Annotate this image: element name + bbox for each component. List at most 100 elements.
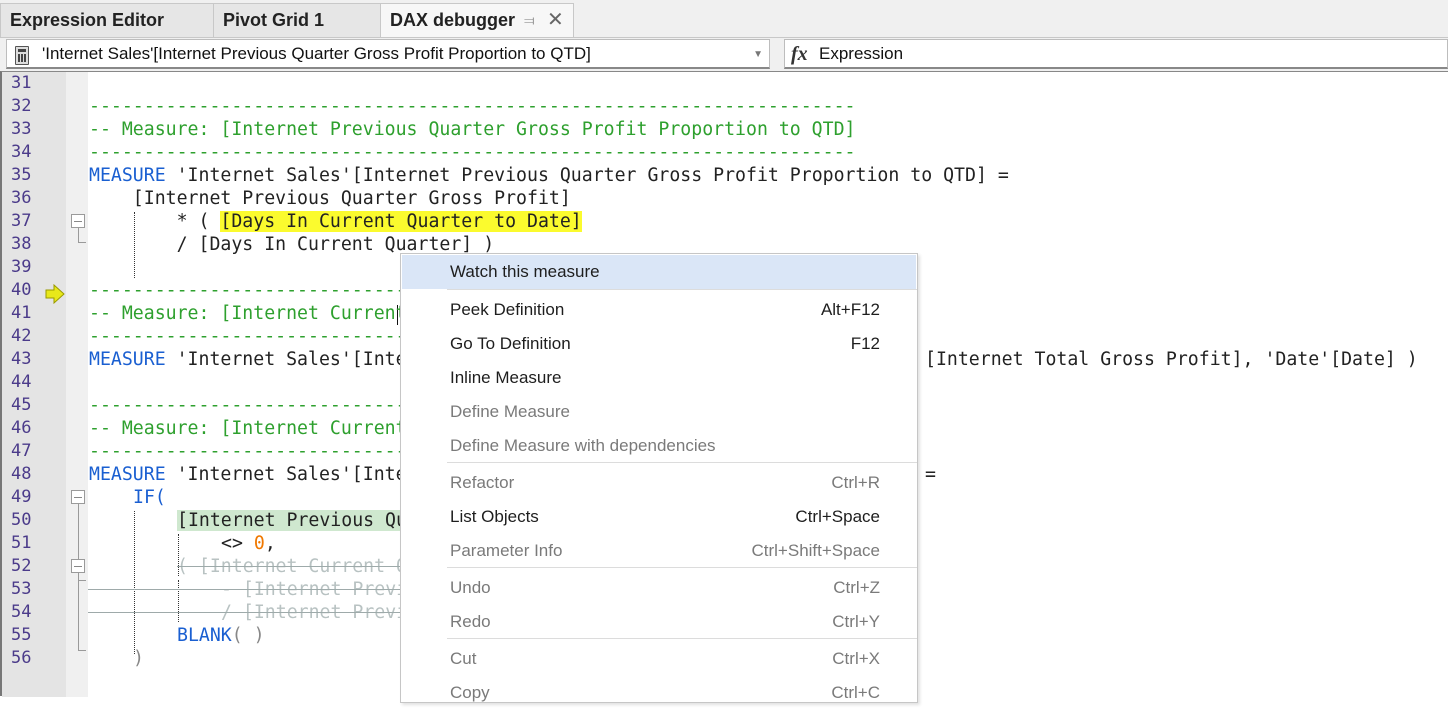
line-number: 38: [11, 234, 32, 254]
menu-item-define-measure-with-dependencies[interactable]: Define Measure with dependencies: [402, 429, 916, 463]
menu-separator: [447, 289, 917, 290]
code-text: * (: [89, 211, 221, 232]
code-line-46: -- Measure: [Internet Current: [89, 418, 407, 439]
code-line-43: MEASURE 'Internet Sales'[Inte: [89, 348, 407, 371]
current-statement-highlight: [Days In Current Quarter to Date]: [220, 211, 582, 232]
keyword: MEASURE: [89, 464, 166, 485]
menu-item-shortcut: Ctrl+Y: [832, 612, 880, 631]
code-line-48: MEASURE 'Internet Sales'[Inte: [89, 463, 407, 486]
menu-item-shortcut: Alt+F12: [820, 300, 880, 319]
menu-item-label: Define Measure: [450, 402, 571, 421]
fx-icon: fx: [791, 43, 808, 65]
menu-item-list-objects[interactable]: List Objects Ctrl+Space: [402, 500, 916, 534]
code-line-33: -- Measure: [Internet Previous Quarter G…: [89, 119, 856, 140]
code-line-36: [Internet Previous Quarter Gross Profit]: [89, 188, 571, 209]
line-number: 32: [11, 96, 32, 116]
code-line-51: <> 0,: [221, 532, 276, 555]
menu-item-shortcut: Ctrl+Z: [833, 578, 880, 597]
tab-expression-editor[interactable]: Expression Editor: [0, 3, 214, 37]
code-line-40: ---------------------------------: [89, 280, 451, 301]
folding-margin: [66, 72, 88, 697]
menu-item-shortcut: Ctrl+R: [831, 473, 880, 492]
code-line-50: [Internet Previous Qu: [177, 509, 407, 532]
number-literal: 0: [253, 533, 265, 554]
tab-label: Pivot Grid 1: [223, 10, 325, 30]
menu-item-refactor[interactable]: Refactor Ctrl+R: [402, 466, 916, 500]
menu-separator: [447, 462, 917, 463]
strikethrough: [177, 566, 402, 567]
menu-item-define-measure[interactable]: Define Measure: [402, 395, 916, 429]
line-number: 45: [11, 395, 32, 415]
indent-guide: [178, 580, 179, 622]
measure-selector-value: 'Internet Sales'[Internet Previous Quart…: [42, 44, 591, 63]
keyword: BLANK: [177, 625, 232, 646]
menu-item-label: Go To Definition: [450, 334, 571, 353]
tab-pivot-grid-1[interactable]: Pivot Grid 1: [213, 3, 381, 37]
calculator-icon: [15, 46, 29, 65]
close-icon[interactable]: ✕: [547, 4, 564, 37]
menu-item-shortcut: Ctrl+Shift+Space: [751, 541, 880, 560]
menu-item-label: Inline Measure: [450, 368, 562, 387]
menu-item-label: Parameter Info: [450, 541, 563, 560]
fold-line-end: [78, 650, 86, 651]
code-line-45: ---------------------------------: [89, 395, 451, 416]
menu-item-go-to-definition[interactable]: Go To Definition F12: [402, 327, 916, 361]
strikethrough: [88, 589, 402, 590]
line-number: 52: [11, 556, 32, 576]
fold-line: [78, 504, 79, 650]
menu-separator: [447, 567, 917, 568]
menu-item-shortcut: Ctrl+X: [832, 649, 880, 668]
line-number: 54: [11, 602, 32, 622]
menu-item-redo[interactable]: Redo Ctrl+Y: [402, 605, 916, 639]
chevron-down-icon[interactable]: ▼: [753, 49, 763, 60]
debugger-toolbar: 'Internet Sales'[Internet Previous Quart…: [0, 38, 1448, 71]
code-line-32: ----------------------------------------…: [89, 96, 856, 117]
tab-dax-debugger[interactable]: DAX debugger ⫤ ✕: [380, 3, 574, 37]
measure-selector-dropdown[interactable]: 'Internet Sales'[Internet Previous Quart…: [6, 39, 770, 69]
code-text: 'Internet Sales'[Inte: [165, 464, 407, 485]
code-line-55: BLANK( ): [177, 624, 265, 647]
menu-item-label: Redo: [450, 612, 491, 631]
menu-item-cut[interactable]: Cut Ctrl+X: [402, 642, 916, 676]
line-number: 36: [11, 188, 32, 208]
menu-item-label: Refactor: [450, 473, 515, 492]
keyword: MEASURE: [89, 165, 166, 186]
line-number-gutter: 31 32 33 34 35 36 37 38 39 40 41 42 43 44 45 46 47 48 49 50…: [2, 72, 66, 697]
fold-toggle-line-49[interactable]: [71, 490, 85, 504]
menu-item-shortcut: Ctrl+C: [831, 683, 880, 702]
line-number: 48: [11, 464, 32, 484]
line-number: 31: [11, 73, 32, 93]
menu-item-label: Define Measure with dependencies: [450, 436, 716, 455]
menu-separator: [447, 638, 917, 639]
code-line-41: -- Measure: [Internet Current: [89, 303, 407, 324]
menu-item-undo[interactable]: Undo Ctrl+Z: [402, 571, 916, 605]
line-number: 42: [11, 326, 32, 346]
code-line-49: IF(: [133, 487, 166, 508]
menu-item-inline-measure[interactable]: Inline Measure: [402, 361, 916, 395]
code-line-34: ----------------------------------------…: [89, 142, 856, 163]
menu-item-parameter-info[interactable]: Parameter Info Ctrl+Shift+Space: [402, 534, 916, 568]
line-number: 44: [11, 372, 32, 392]
menu-item-copy[interactable]: Copy Ctrl+C: [402, 676, 916, 710]
code-line-56: ): [133, 648, 144, 669]
tab-label: DAX debugger: [390, 10, 516, 30]
menu-item-peek-definition[interactable]: Peek Definition Alt+F12: [402, 293, 916, 327]
fold-line-end: [78, 580, 86, 581]
expression-box[interactable]: fx Expression: [784, 39, 1448, 69]
menu-item-label: Peek Definition: [450, 300, 565, 319]
line-number: 56: [11, 648, 32, 668]
menu-item-label: Copy: [450, 683, 490, 702]
fold-toggle-line-37[interactable]: [71, 214, 85, 228]
pin-icon[interactable]: ⫤: [524, 4, 535, 37]
line-number: 55: [11, 625, 32, 645]
keyword: MEASURE: [89, 349, 166, 370]
fold-toggle-line-52[interactable]: [71, 559, 85, 573]
code-text: ( ): [231, 625, 265, 646]
line-number: 35: [11, 165, 32, 185]
menu-item-watch-this-measure[interactable]: Watch this measure: [402, 255, 916, 289]
line-number: 37: [11, 211, 32, 231]
menu-item-shortcut: Ctrl+Space: [795, 507, 880, 526]
fold-line: [78, 228, 79, 242]
indent-guide: [134, 511, 135, 654]
line-number: 51: [11, 533, 32, 553]
